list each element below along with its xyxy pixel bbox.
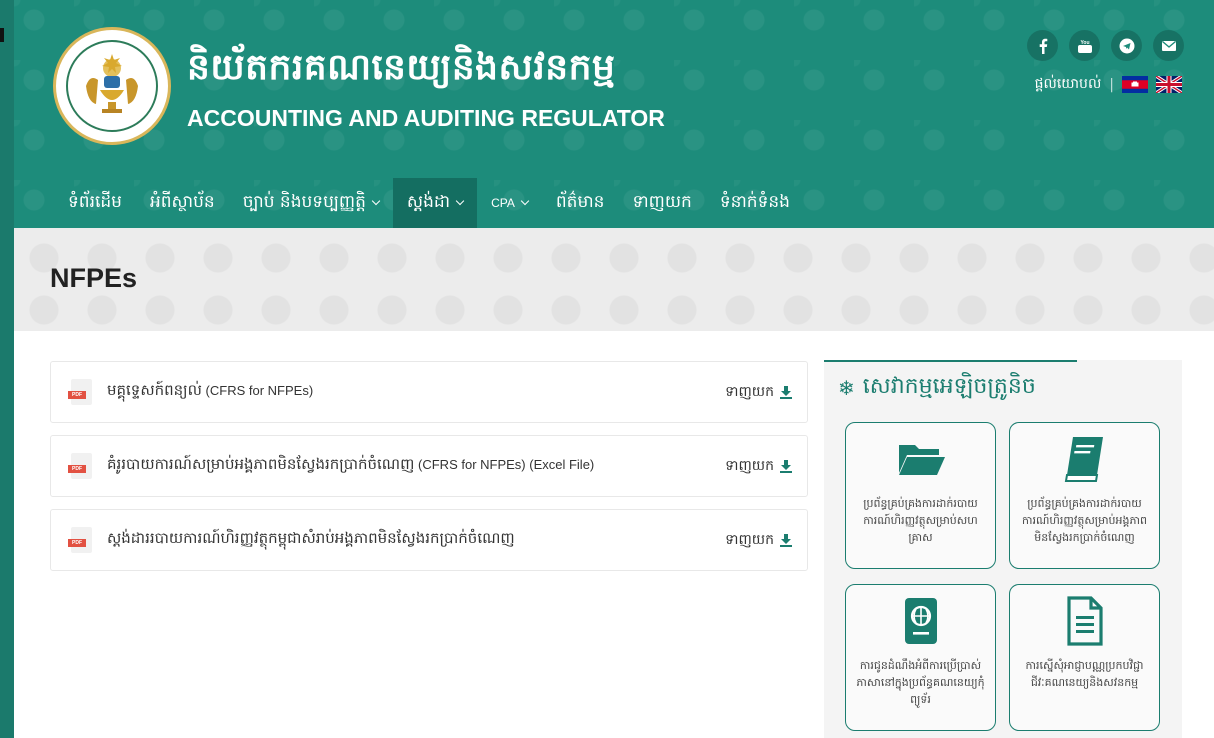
service-card-nfpe-reporting[interactable]: ប្រព័ន្ធគ្រប់គ្រងការដាក់របាយការណ៍ហិរញ្ញវ… xyxy=(1009,422,1160,569)
logo-emblem-graphic xyxy=(86,54,138,113)
document-title[interactable]: ស្តង់ដាររបាយការណ៍ហិរញ្ញវត្ថុកម្ពុជាសំរាប… xyxy=(107,529,725,551)
org-name-english: ACCOUNTING AND AUDITING REGULATOR xyxy=(187,105,665,131)
pdf-file-icon: PDF xyxy=(67,378,95,406)
nav-news-label: ព័ត៌មាន xyxy=(555,191,605,212)
sidebar-title-text: សេវាកម្មអេឡិចត្រូនិច xyxy=(862,374,1036,399)
sidebar-accent-line xyxy=(824,360,1077,362)
document-icon xyxy=(1066,596,1103,646)
svg-text:You: You xyxy=(1080,40,1089,46)
document-title[interactable]: មគ្គុទ្ទេសក៍ពន្យល់ (CFRS for NFPEs) xyxy=(107,381,725,403)
english-flag-icon[interactable] xyxy=(1156,76,1182,93)
download-button[interactable]: ទាញយក xyxy=(725,456,793,477)
document-row: PDF មគ្គុទ្ទេសក៍ពន្យល់ (CFRS for NFPEs) … xyxy=(50,361,808,423)
book-icon xyxy=(1064,437,1103,482)
logo-inner-ring xyxy=(66,40,158,132)
nav-home[interactable]: ទំព័រដើម xyxy=(54,178,136,228)
service-card-language-notification[interactable]: ការជូនដំណឹងអំពីការប្រើប្រាស់ភាសានៅក្នុងប… xyxy=(845,584,996,731)
download-icon xyxy=(780,386,792,399)
nav-cpa[interactable]: CPA xyxy=(477,178,542,228)
document-title-en: (CFRS for NFPEs) (Excel File) xyxy=(414,457,595,472)
nav-laws-label: ច្បាប់ និងបទប្បញ្ញត្តិ xyxy=(242,191,366,212)
nav-standards-label: ស្តង់ដា xyxy=(406,191,451,212)
pdf-file-icon: PDF xyxy=(67,526,95,554)
main-nav: ទំព័រដើម អំពីស្ថាប័ន ច្បាប់ និងបទប្បញ្ញត… xyxy=(54,178,804,228)
facebook-icon[interactable] xyxy=(1027,30,1058,61)
document-title-en: (CFRS for NFPEs) xyxy=(201,383,314,398)
nav-contact-label: ទំនាក់ទំនង xyxy=(719,191,790,212)
youtube-icon[interactable]: You xyxy=(1069,30,1100,61)
page-title: NFPEs xyxy=(50,263,138,293)
e-services-sidebar: ❄ សេវាកម្មអេឡិចត្រូនិច ប្រព័ន្ធគ្រប់គ្រង… xyxy=(824,360,1182,738)
site-header: និយ័តករគណនេយ្យនិងសវនកម្ម ACCOUNTING AND … xyxy=(14,0,1214,228)
header-links: ផ្តល់យោបល់ | xyxy=(1035,74,1182,95)
nav-cpa-label: CPA xyxy=(491,196,515,210)
download-label: ទាញយក xyxy=(725,457,774,474)
email-icon[interactable] xyxy=(1153,30,1184,61)
document-title-kh: ស្តង់ដាររបាយការណ៍ហិរញ្ញវត្ថុកម្ពុជាសំរាប… xyxy=(107,529,515,547)
download-label: ទាញយក xyxy=(725,383,774,400)
feedback-link[interactable]: ផ្តល់យោបល់ xyxy=(1035,74,1102,95)
service-card-label: ប្រព័ន្ធគ្រប់គ្រងការដាក់របាយការណ៍ហិរញ្ញវ… xyxy=(863,497,978,544)
nav-about-label: អំពីស្ថាប័ន xyxy=(149,191,215,212)
document-title-kh: មគ្គុទ្ទេសក៍ពន្យល់ xyxy=(107,381,202,399)
chevron-down-icon xyxy=(455,196,465,206)
document-title[interactable]: គំរូរបាយការណ៍សម្រាប់អង្គភាពមិនស្វែងរកប្រ… xyxy=(107,455,725,477)
service-card-label: ការជូនដំណឹងអំពីការប្រើប្រាស់ភាសានៅក្នុងប… xyxy=(856,659,985,706)
nav-standards[interactable]: ស្តង់ដា xyxy=(392,178,478,228)
social-links: You xyxy=(1027,30,1184,61)
window-edge-mark xyxy=(0,28,4,42)
service-card-license-application[interactable]: ការស្នើសុំអាជ្ញាបណ្ណប្រកបវិជ្ជាជីវៈគណនេយ… xyxy=(1009,584,1160,731)
folder-open-icon xyxy=(898,445,945,475)
nav-downloads-label: ទាញយក xyxy=(632,191,692,212)
telegram-icon[interactable] xyxy=(1111,30,1142,61)
nav-news[interactable]: ព័ត៌មាន xyxy=(542,178,619,228)
snowflake-icon: ❄ xyxy=(838,376,855,400)
download-icon xyxy=(780,534,792,547)
nav-about[interactable]: អំពីស្ថាប័ន xyxy=(136,178,229,228)
service-card-label: ប្រព័ន្ធគ្រប់គ្រងការដាក់របាយការណ៍ហិរញ្ញវ… xyxy=(1022,497,1147,544)
org-name-khmer: និយ័តករគណនេយ្យនិងសវនកម្ម xyxy=(187,47,616,88)
khmer-flag-icon[interactable] xyxy=(1122,76,1148,93)
document-title-kh: គំរូរបាយការណ៍សម្រាប់អង្គភាពមិនស្វែងរកប្រ… xyxy=(107,455,415,473)
nav-downloads[interactable]: ទាញយក xyxy=(618,178,705,228)
window-edge xyxy=(0,0,14,738)
aar-emblem-icon[interactable] xyxy=(53,27,171,145)
download-label: ទាញយក xyxy=(725,531,774,548)
header-separator: | xyxy=(1109,76,1114,93)
document-row: PDF ស្តង់ដាររបាយការណ៍ហិរញ្ញវត្ថុកម្ពុជាស… xyxy=(50,509,808,571)
document-row: PDF គំរូរបាយការណ៍សម្រាប់អង្គភាពមិនស្វែងរ… xyxy=(50,435,808,497)
download-button[interactable]: ទាញយក xyxy=(725,382,793,403)
pdf-file-icon: PDF xyxy=(67,452,95,480)
service-card-enterprise-reporting[interactable]: ប្រព័ន្ធគ្រប់គ្រងការដាក់របាយការណ៍ហិរញ្ញវ… xyxy=(845,422,996,569)
chevron-down-icon xyxy=(371,196,381,206)
sidebar-title: ❄ សេវាកម្មអេឡិចត្រូនិច xyxy=(838,372,1036,404)
service-card-label: ការស្នើសុំអាជ្ញាបណ្ណប្រកបវិជ្ជាជីវៈគណនេយ… xyxy=(1025,659,1144,689)
nav-laws[interactable]: ច្បាប់ និងបទប្បញ្ញត្តិ xyxy=(229,178,393,228)
nav-contact[interactable]: ទំនាក់ទំនង xyxy=(706,178,804,228)
nav-home-label: ទំព័រដើម xyxy=(68,191,122,212)
download-icon xyxy=(780,460,792,473)
page-banner: NFPEs xyxy=(14,228,1214,331)
chevron-down-icon xyxy=(520,196,530,206)
passport-icon xyxy=(904,598,937,644)
download-button[interactable]: ទាញយក xyxy=(725,530,793,551)
